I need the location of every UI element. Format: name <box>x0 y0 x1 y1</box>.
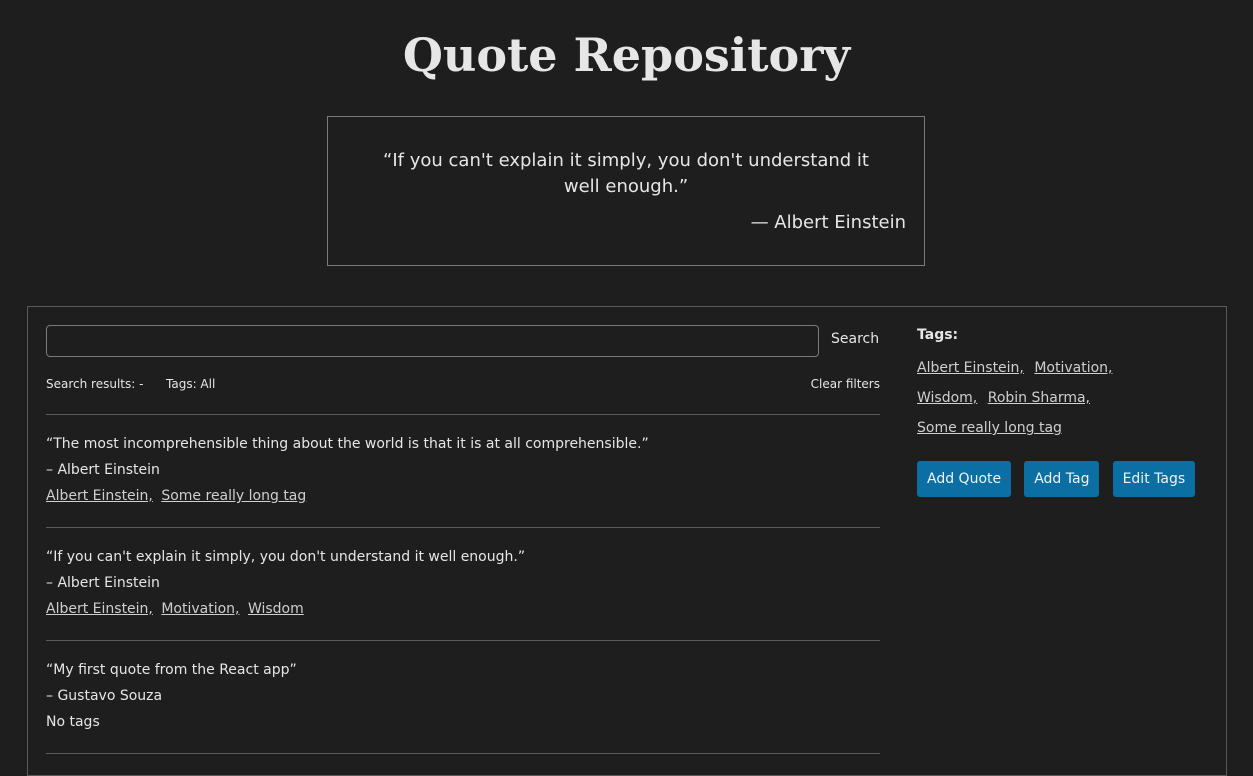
featured-quote-author: — Albert Einstein <box>750 212 906 233</box>
tag-link[interactable]: Albert Einstein, <box>46 488 153 504</box>
featured-quote-box: “If you can't explain it simply, you don… <box>327 116 925 266</box>
quote-text: “If you can't explain it simply, you don… <box>46 549 526 565</box>
search-button[interactable]: Search <box>828 329 882 349</box>
list-item: “The most incomprehensible thing about t… <box>46 414 880 527</box>
quote-list: “The most incomprehensible thing about t… <box>46 414 880 754</box>
sidebar-tag-albert-einstein[interactable]: Albert Einstein, <box>917 360 1024 376</box>
quote-text: “The most incomprehensible thing about t… <box>46 436 649 452</box>
add-tag-button[interactable]: Add Tag <box>1024 461 1100 497</box>
search-input[interactable] <box>46 325 819 357</box>
sidebar-actions: Add Quote Add Tag Edit Tags <box>917 461 1217 497</box>
quote-author: – Gustavo Souza <box>46 688 163 704</box>
no-tags-label: No tags <box>46 714 100 730</box>
list-item: “My first quote from the React app” – Gu… <box>46 640 880 753</box>
sidebar-tag-wisdom[interactable]: Wisdom, <box>917 390 977 406</box>
search-results-label: Search results: - <box>46 377 144 391</box>
quote-text: “My first quote from the React app” <box>46 662 297 678</box>
tag-link[interactable]: Wisdom <box>248 601 304 617</box>
clear-filters-button[interactable]: Clear filters <box>811 377 880 391</box>
quote-tags: Albert Einstein, Some really long tag <box>46 488 880 504</box>
sidebar-tag-some-really-long-tag[interactable]: Some really long tag <box>917 420 1062 436</box>
quote-author: – Albert Einstein <box>46 575 160 591</box>
quote-author: – Albert Einstein <box>46 462 160 478</box>
tag-link[interactable]: Some really long tag <box>161 488 306 504</box>
add-quote-button[interactable]: Add Quote <box>917 461 1012 497</box>
sidebar-tag-robin-sharma[interactable]: Robin Sharma, <box>988 390 1090 406</box>
sidebar-tag-list: Albert Einstein, Motivation, Wisdom, Rob… <box>917 353 1177 443</box>
quotes-panel: Search Search results: - Tags: All Clear… <box>27 306 1227 776</box>
list-divider <box>46 753 880 754</box>
sidebar-title: Tags: <box>917 327 959 343</box>
quote-tags: Albert Einstein, Motivation, Wisdom <box>46 601 880 617</box>
tag-link[interactable]: Motivation, <box>161 601 239 617</box>
tags-filter-label: Tags: All <box>166 377 216 391</box>
tags-sidebar: Tags: Albert Einstein, Motivation, Wisdo… <box>917 327 1217 497</box>
featured-quote-text: “If you can't explain it simply, you don… <box>383 150 869 197</box>
edit-tags-button[interactable]: Edit Tags <box>1112 461 1196 497</box>
tag-link[interactable]: Albert Einstein, <box>46 601 153 617</box>
page-title: Quote Repository <box>402 28 851 82</box>
sidebar-tag-motivation[interactable]: Motivation, <box>1034 360 1112 376</box>
list-item: “If you can't explain it simply, you don… <box>46 527 880 640</box>
